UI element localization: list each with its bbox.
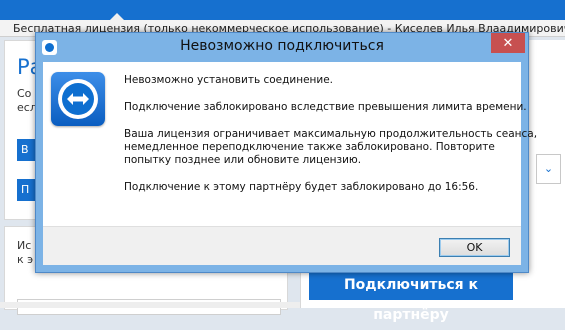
app-header-bar: [0, 0, 565, 20]
message-line: попытку позднее или обновите лицензию.: [124, 154, 362, 166]
dialog-title: Невозможно подключиться: [180, 38, 384, 54]
message-line: немедленное переподключение также заблок…: [124, 141, 495, 153]
message-line: Невозможно установить соединение.: [124, 74, 334, 86]
ok-button[interactable]: OK: [439, 238, 510, 257]
connect-to-partner-button[interactable]: Подключиться к партнёру: [309, 270, 513, 323]
teamviewer-logo-icon: [51, 72, 105, 126]
panel-text-line: к э: [17, 253, 34, 266]
partner-id-dropdown[interactable]: ⌄: [536, 154, 561, 184]
panel-action-button[interactable]: П: [17, 179, 37, 201]
panel-text-line: есл: [17, 101, 37, 114]
dialog-footer: OK: [43, 226, 521, 265]
close-button[interactable]: ✕: [491, 33, 525, 53]
bottom-strip: [0, 302, 300, 308]
cannot-connect-dialog: Невозможно подключиться ✕ Невозможно уст…: [35, 32, 537, 273]
panel-action-button[interactable]: В: [17, 139, 37, 161]
close-icon: ✕: [502, 35, 514, 51]
message-line: Ваша лицензия ограничивает максимальную …: [124, 128, 538, 140]
panel-text-line: Со: [17, 87, 32, 100]
message-line: Подключение к этому партнёру будет забло…: [124, 181, 479, 193]
dialog-titlebar[interactable]: Невозможно подключиться ✕: [36, 33, 528, 61]
tab-indicator: [110, 13, 124, 20]
dialog-content: Невозможно установить соединение. Подклю…: [43, 62, 537, 226]
message-line: Подключение заблокировано вследствие пре…: [124, 101, 527, 113]
panel-text-line: Ис: [17, 239, 32, 252]
chevron-down-icon: ⌄: [543, 162, 554, 175]
